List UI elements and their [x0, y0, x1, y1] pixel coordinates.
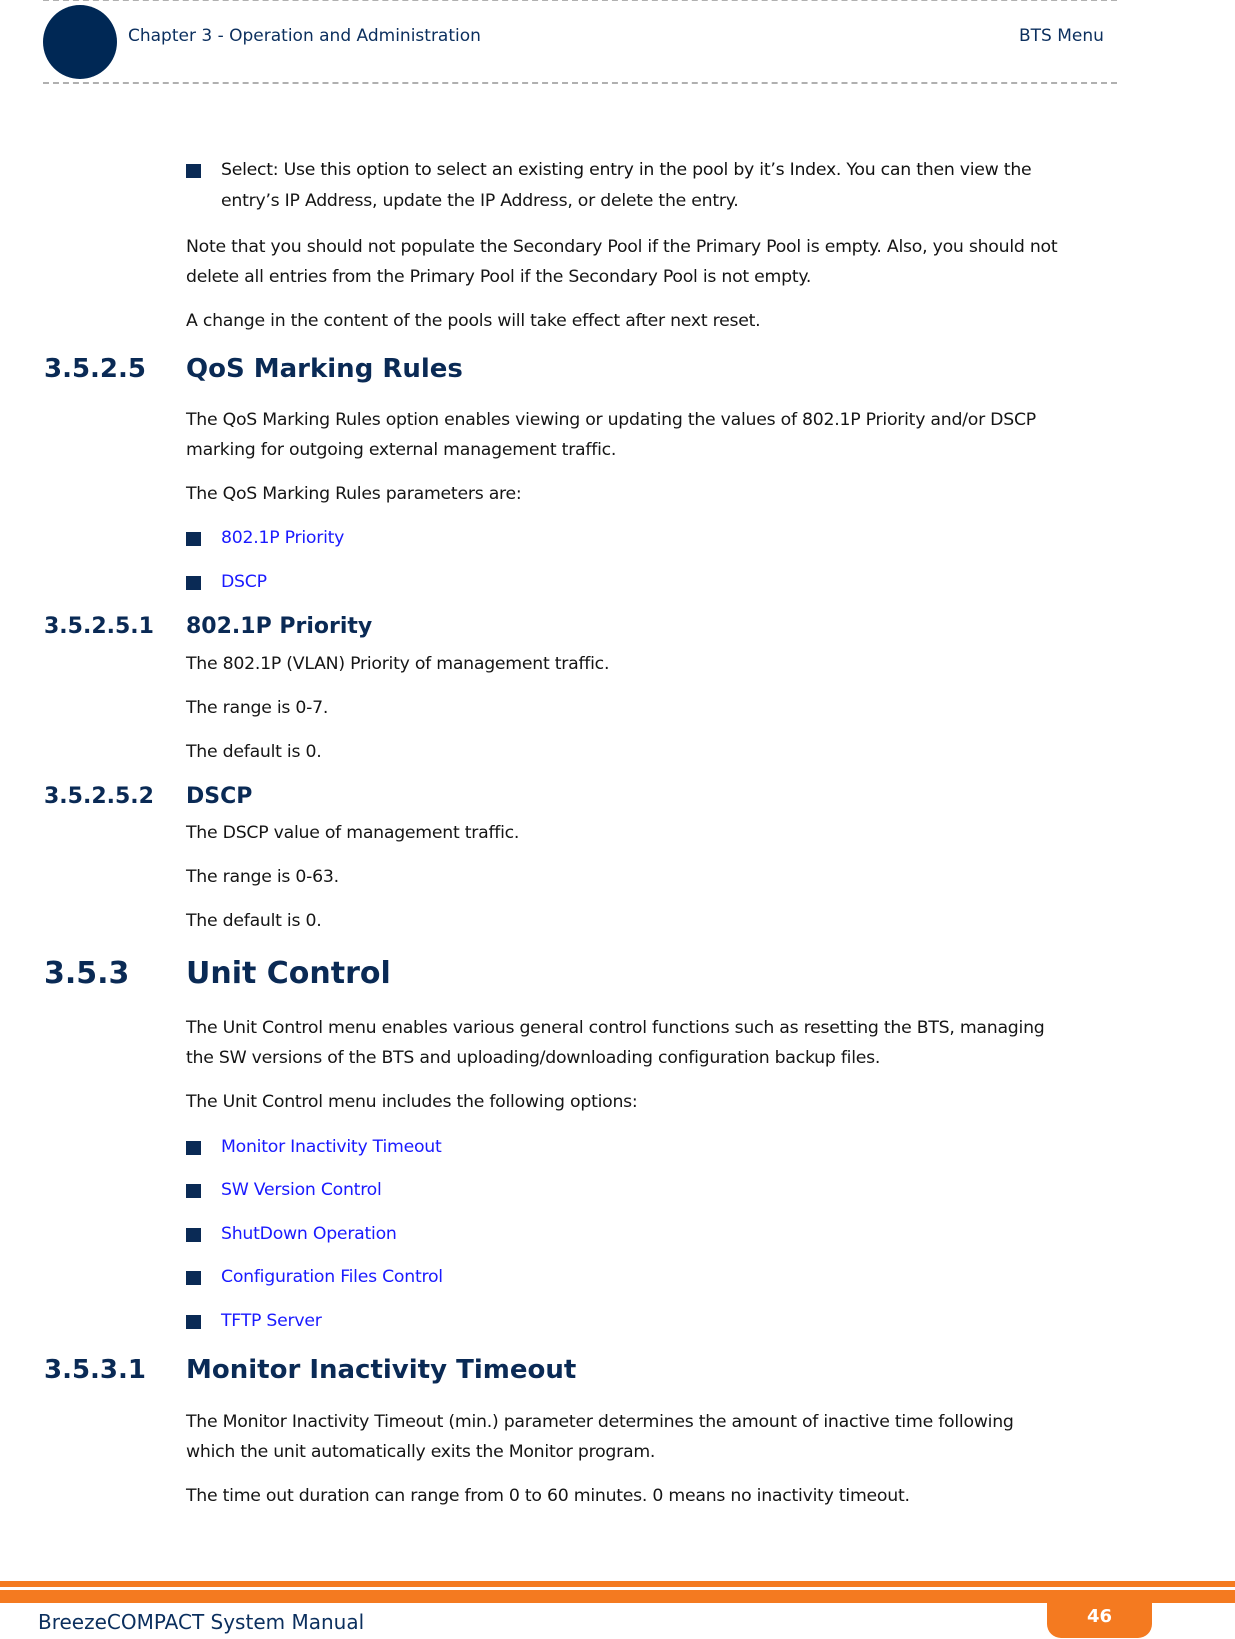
change-paragraph: A change in the content of the pools wil…	[186, 311, 761, 331]
header-top-divider	[43, 0, 1117, 1]
link-dscp[interactable]: DSCP	[221, 567, 267, 598]
section-title-unit-control: Unit Control	[186, 956, 391, 991]
priority-desc: The 802.1P (VLAN) Priority of management…	[186, 654, 610, 674]
link-configuration-files-control[interactable]: Configuration Files Control	[221, 1262, 443, 1293]
priority-range: The range is 0-7.	[186, 698, 329, 718]
link-802-1p-priority[interactable]: 802.1P Priority	[221, 523, 344, 554]
section-title-qos: QoS Marking Rules	[186, 354, 463, 384]
priority-default: The default is 0.	[186, 742, 322, 762]
link-sw-version-control[interactable]: SW Version Control	[221, 1175, 382, 1206]
square-bullet-icon	[186, 1183, 201, 1198]
link-shutdown-operation[interactable]: ShutDown Operation	[221, 1219, 397, 1250]
dscp-range: The range is 0-63.	[186, 867, 339, 887]
list-item-link[interactable]: DSCP	[186, 567, 267, 598]
note-paragraph-line2: delete all entries from the Primary Pool…	[186, 267, 812, 287]
section-number-monitor: 3.5.3.1	[44, 1355, 146, 1385]
header-bottom-divider	[43, 82, 1117, 84]
list-item-link[interactable]: ShutDown Operation	[186, 1219, 397, 1250]
monitor-desc-line1: The Monitor Inactivity Timeout (min.) pa…	[186, 1412, 1014, 1432]
note-paragraph-line1: Note that you should not populate the Se…	[186, 237, 1058, 257]
section-number-qos: 3.5.2.5	[44, 354, 146, 384]
list-item-link[interactable]: 802.1P Priority	[186, 523, 344, 554]
unit-control-options-intro: The Unit Control menu includes the follo…	[186, 1092, 638, 1112]
dscp-desc: The DSCP value of management traffic.	[186, 823, 520, 843]
square-bullet-icon	[186, 575, 201, 590]
list-item-link[interactable]: Configuration Files Control	[186, 1262, 443, 1293]
square-bullet-icon	[186, 163, 201, 178]
list-item-link[interactable]: Monitor Inactivity Timeout	[186, 1132, 442, 1163]
monitor-desc-line2: which the unit automatically exits the M…	[186, 1442, 656, 1462]
footer-thin-rule	[0, 1581, 1235, 1587]
dscp-default: The default is 0.	[186, 911, 322, 931]
section-number-priority: 3.5.2.5.1	[44, 614, 154, 639]
section-title-dscp: DSCP	[186, 784, 253, 809]
qos-desc-line1: The QoS Marking Rules option enables vie…	[186, 410, 1036, 430]
section-number-dscp: 3.5.2.5.2	[44, 784, 154, 809]
square-bullet-icon	[186, 1270, 201, 1285]
list-item-link[interactable]: TFTP Server	[186, 1306, 322, 1337]
link-monitor-inactivity-timeout[interactable]: Monitor Inactivity Timeout	[221, 1132, 442, 1163]
unit-control-desc-line2: the SW versions of the BTS and uploading…	[186, 1048, 881, 1068]
unit-control-desc-line1: The Unit Control menu enables various ge…	[186, 1018, 1045, 1038]
monitor-range: The time out duration can range from 0 t…	[186, 1486, 910, 1506]
list-item-select: Select: Use this option to select an exi…	[186, 155, 1032, 211]
square-bullet-icon	[186, 1314, 201, 1329]
link-tftp-server[interactable]: TFTP Server	[221, 1306, 322, 1337]
qos-desc-line2: marking for outgoing external management…	[186, 440, 617, 460]
qos-params-intro: The QoS Marking Rules parameters are:	[186, 484, 522, 504]
header-chapter-title: Chapter 3 - Operation and Administration	[128, 26, 481, 46]
select-bullet-text-continued: entry’s IP Address, update the IP Addres…	[221, 191, 739, 211]
footer-manual-title: BreezeCOMPACT System Manual	[38, 1610, 365, 1634]
header-section-title: BTS Menu	[1019, 26, 1104, 46]
square-bullet-icon	[186, 531, 201, 546]
section-number-unit-control: 3.5.3	[44, 956, 130, 991]
square-bullet-icon	[186, 1227, 201, 1242]
section-title-priority: 802.1P Priority	[186, 614, 373, 639]
section-title-monitor: Monitor Inactivity Timeout	[186, 1355, 577, 1385]
select-bullet-text: Select: Use this option to select an exi…	[221, 160, 1032, 180]
list-item-link[interactable]: SW Version Control	[186, 1175, 382, 1206]
page-number: 46	[1086, 1606, 1113, 1627]
chapter-circle-logo	[43, 5, 117, 79]
page-number-tab: 46	[1047, 1595, 1152, 1638]
square-bullet-icon	[186, 1140, 201, 1155]
